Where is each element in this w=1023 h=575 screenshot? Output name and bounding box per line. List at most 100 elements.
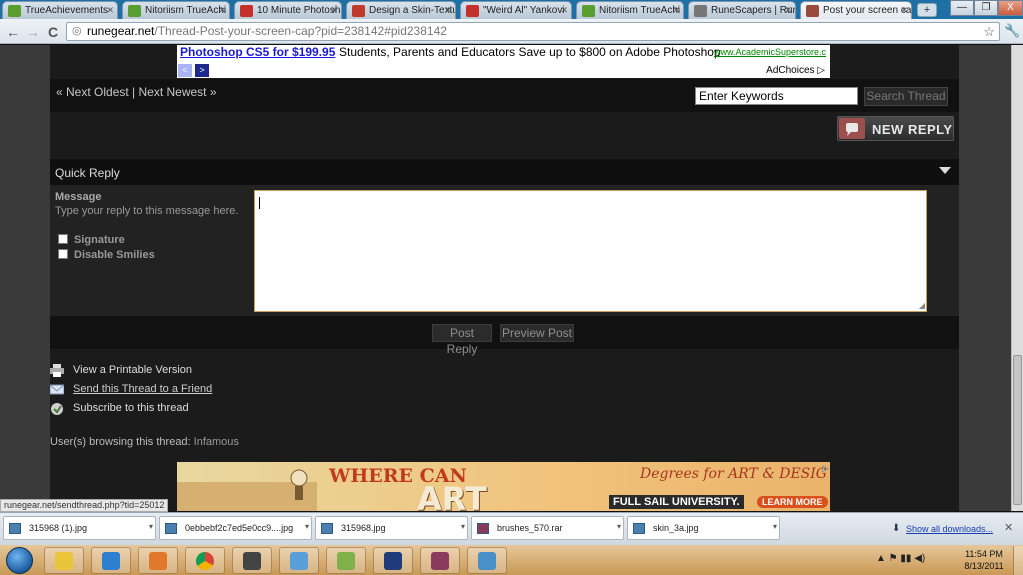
taskbar-app[interactable]: [467, 547, 507, 574]
clock[interactable]: 11:54 PM 8/13/2011: [962, 548, 1006, 572]
tab-close-icon[interactable]: ✕: [784, 5, 792, 16]
tab-close-icon[interactable]: ✕: [560, 5, 568, 16]
collapse-arrow-icon[interactable]: [939, 167, 951, 174]
favicon-icon: [694, 5, 707, 17]
tab-label: Design a Skin-Textu: [369, 5, 456, 16]
post-reply-button[interactable]: Post Reply: [432, 324, 492, 356]
page-scrollbar[interactable]: [1011, 45, 1023, 511]
chevron-down-icon[interactable]: ▾: [305, 522, 309, 531]
download-filename: 315968.jpg: [341, 523, 386, 533]
ad-prev-button[interactable]: <: [178, 64, 192, 77]
taskbar-app[interactable]: [326, 547, 366, 574]
preview-post-button[interactable]: Preview Post: [500, 324, 574, 342]
top-ad-banner[interactable]: Photoshop CS5 for $199.95 Students, Pare…: [177, 45, 830, 78]
image-file-icon: [633, 523, 645, 534]
favicon-icon: [466, 5, 479, 17]
media-player-icon: [149, 552, 167, 570]
download-icon: ⬇: [892, 523, 901, 534]
resize-grip-icon[interactable]: ◢: [919, 301, 925, 310]
adchoices-icon[interactable]: ▷: [822, 463, 829, 474]
adchoices-label[interactable]: AdChoices ▷: [766, 65, 825, 76]
scrollbar-thumb[interactable]: [1013, 355, 1022, 505]
image-file-icon: [321, 523, 333, 534]
show-desktop-button[interactable]: [1013, 546, 1023, 575]
tab-6[interactable]: Nitoriism TrueAchi ✕: [576, 1, 684, 19]
ie-icon: [102, 552, 120, 570]
tab-4[interactable]: Design a Skin-Textu ✕: [346, 1, 456, 19]
download-item[interactable]: 0ebbebf2c7ed5e0cc9....jpg ▾: [159, 516, 312, 540]
taskbar-app[interactable]: [232, 547, 272, 574]
image-viewer-icon: [478, 552, 496, 570]
chrome-icon: [196, 552, 214, 570]
image-file-icon: [9, 523, 21, 534]
download-item[interactable]: skin_3a.jpg ▾: [627, 516, 780, 540]
messenger-icon: [290, 552, 308, 570]
ad-text: Students, Parents and Educators Save up …: [339, 45, 721, 59]
photoshop-icon: [384, 552, 402, 570]
next-oldest-newest-links[interactable]: « Next Oldest | Next Newest »: [56, 85, 217, 99]
taskbar-app[interactable]: [279, 547, 319, 574]
taskbar-app[interactable]: [91, 547, 131, 574]
forward-button[interactable]: →: [24, 23, 42, 41]
close-window-button[interactable]: X: [998, 0, 1023, 16]
maximize-button[interactable]: ❐: [974, 0, 998, 16]
taskbar-app[interactable]: [420, 547, 460, 574]
system-tray[interactable]: ▲ ⚑ ▮▮ ◀): [876, 553, 925, 564]
tab-close-icon[interactable]: ✕: [444, 5, 452, 16]
ad-url[interactable]: www.AcademicSuperstore.c: [714, 47, 830, 57]
ad-learn-more-button[interactable]: LEARN MORE: [757, 496, 828, 508]
start-button[interactable]: [6, 547, 33, 574]
wrench-icon[interactable]: 🔧: [1004, 23, 1020, 39]
ad-school: FULL SAIL UNIVERSITY.: [609, 495, 744, 509]
tab-close-icon[interactable]: ✕: [330, 5, 338, 16]
new-reply-button[interactable]: NEW REPLY: [837, 116, 954, 141]
download-item[interactable]: 315968.jpg ▾: [315, 516, 468, 540]
download-item[interactable]: 315968 (1).jpg ▾: [3, 516, 156, 540]
bookmark-star-icon[interactable]: ☆: [983, 23, 995, 40]
address-bar[interactable]: ◎ runegear.net/Thread-Post-your-screen-c…: [66, 22, 1000, 41]
ad-title[interactable]: Photoshop CS5 for $199.95: [180, 45, 335, 59]
tab-close-icon[interactable]: ✕: [218, 5, 226, 16]
bottom-ad-banner[interactable]: WHERE CAN ART Degrees for ART & DESIG FU…: [177, 462, 830, 511]
chevron-down-icon[interactable]: ▾: [773, 522, 777, 531]
disable-smilies-checkbox[interactable]: [58, 249, 68, 259]
ad-next-button[interactable]: >: [195, 64, 209, 77]
tab-1[interactable]: TrueAchievements ✕: [2, 1, 118, 19]
reload-button[interactable]: C: [44, 23, 62, 41]
image-file-icon: [165, 523, 177, 534]
tab-close-icon[interactable]: ✕: [672, 5, 680, 16]
taskbar-app[interactable]: [373, 547, 413, 574]
chevron-down-icon[interactable]: ▾: [149, 522, 153, 531]
clock-date: 8/13/2011: [964, 561, 1004, 571]
disable-smilies-label: Disable Smilies: [74, 249, 155, 261]
favicon-icon: [240, 5, 253, 17]
taskbar-app[interactable]: [44, 547, 84, 574]
download-item[interactable]: brushes_570.rar ▾: [471, 516, 624, 540]
search-thread-button[interactable]: Search Thread: [864, 87, 948, 106]
minimize-button[interactable]: —: [950, 0, 974, 16]
back-button[interactable]: ←: [4, 23, 22, 41]
tab-close-icon[interactable]: ✕: [106, 5, 114, 16]
tab-close-icon[interactable]: ✕: [900, 5, 908, 16]
message-hint: Type your reply to this message here.: [55, 205, 239, 217]
keywords-input[interactable]: [695, 87, 858, 105]
download-filename: brushes_570.rar: [497, 523, 563, 533]
tab-8[interactable]: Post your screen ca ✕: [800, 1, 912, 19]
taskbar-app[interactable]: [138, 547, 178, 574]
tab-3[interactable]: 10 Minute Photosh ✕: [234, 1, 342, 19]
taskbar-app[interactable]: [185, 547, 225, 574]
tab-7[interactable]: RuneScapers | Rune ✕: [688, 1, 796, 19]
chevron-down-icon[interactable]: ▾: [461, 522, 465, 531]
tab-5[interactable]: "Weird Al" Yankovi ✕: [460, 1, 572, 19]
chevron-down-icon[interactable]: ▾: [617, 522, 621, 531]
tab-2[interactable]: Nitoriism TrueAchi ✕: [122, 1, 230, 19]
download-filename: 0ebbebf2c7ed5e0cc9....jpg: [185, 523, 294, 533]
show-all-downloads-link[interactable]: Show all downloads...: [906, 524, 993, 534]
new-tab-button[interactable]: +: [917, 3, 937, 17]
tab-label: Post your screen ca: [823, 5, 912, 16]
close-shelf-icon[interactable]: ✕: [1004, 521, 1013, 534]
reply-textarea[interactable]: ◢: [254, 190, 927, 312]
signature-checkbox[interactable]: [58, 234, 68, 244]
subscribe-icon: [50, 402, 64, 415]
browsing-user[interactable]: Infamous: [194, 436, 239, 448]
